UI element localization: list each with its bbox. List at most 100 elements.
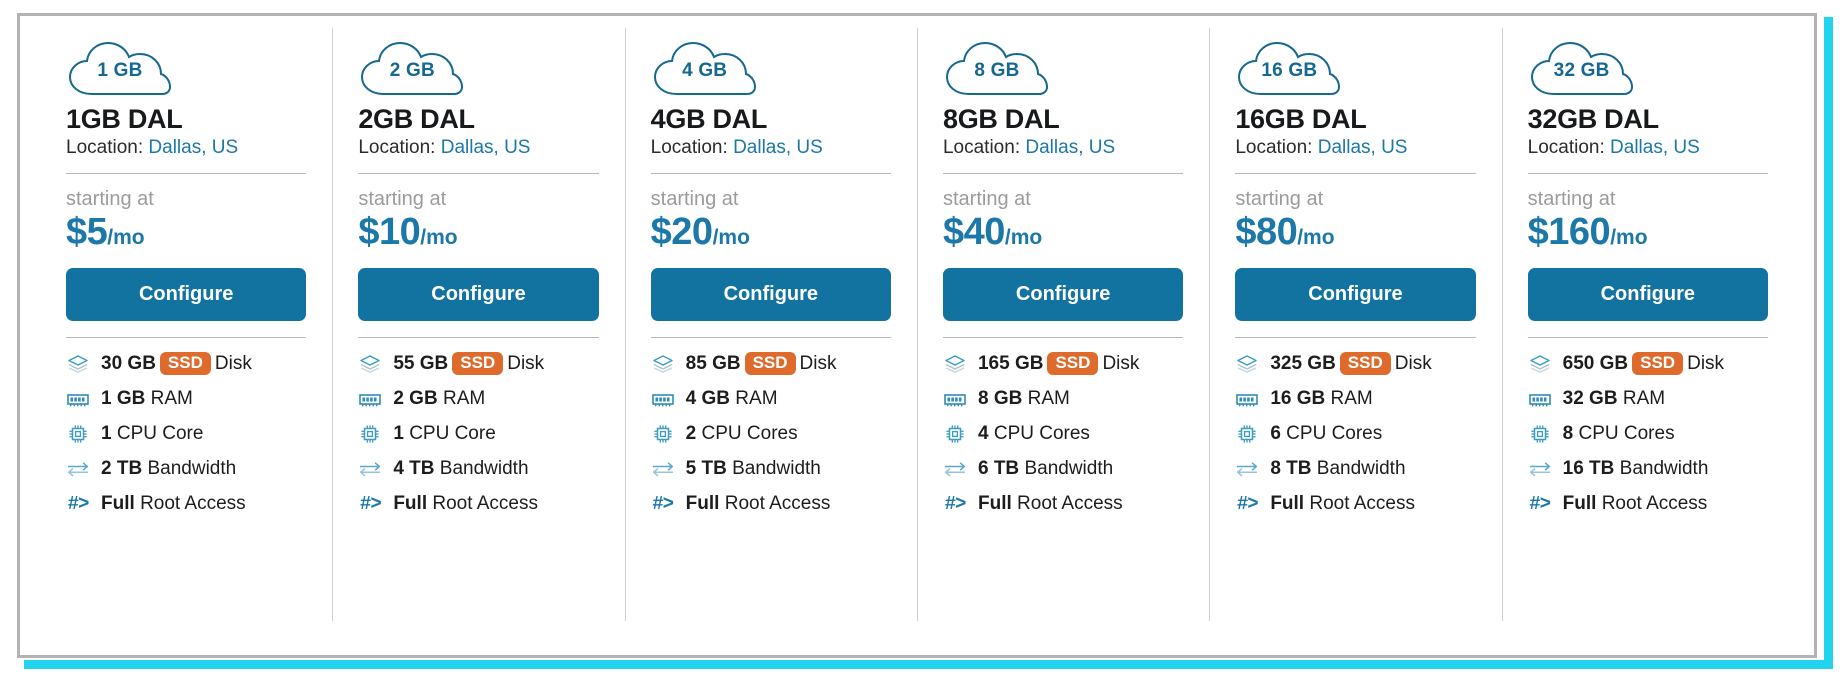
root-prompt-glyph: #> [359, 493, 382, 515]
ram-stick-icon [1528, 389, 1552, 409]
spec-bandwidth: 6 TB Bandwidth [943, 458, 1183, 480]
spec-cpu: 2 CPU Cores [651, 423, 891, 445]
plan-location: Location: Dallas, US [651, 137, 891, 159]
spec-disk: 55 GB SSD Disk [358, 352, 598, 375]
bandwidth-size: 5 TB [685, 458, 727, 479]
bandwidth-transfer-icon [943, 459, 967, 479]
starting-at-label: starting at [358, 188, 447, 210]
configure-button[interactable]: Configure [942, 268, 1184, 321]
cloud-badge-label: 32 GB [1553, 60, 1610, 81]
terminal-prompt-icon: #> [1528, 493, 1552, 515]
location-value[interactable]: Dallas, US [1318, 137, 1408, 158]
divider-specs [66, 337, 307, 338]
spec-cpu: 1 CPU Core [66, 423, 306, 445]
root-label: Root Access [1017, 493, 1123, 514]
configure-button[interactable]: Configure [1235, 268, 1476, 321]
plan-title: 4GB DAL [650, 104, 768, 134]
bandwidth-label: Bandwidth [1316, 458, 1406, 479]
location-value[interactable]: Dallas, US [148, 137, 238, 158]
spec-disk-text: 165 GB SSD Disk [978, 352, 1139, 375]
spec-bandwidth: 16 TB Bandwidth [1528, 458, 1768, 480]
plan-location: Location: Dallas, US [1235, 137, 1475, 159]
location-value[interactable]: Dallas, US [1025, 137, 1115, 158]
root-label: Root Access [724, 493, 831, 514]
ssd-badge: SSD [744, 352, 796, 375]
spec-cpu-text: 2 CPU Cores [686, 423, 798, 445]
configure-button[interactable]: Configure [66, 268, 307, 321]
divider-top [1527, 173, 1768, 174]
location-value[interactable]: Dallas, US [733, 137, 823, 158]
cpu-chip-icon [943, 424, 967, 444]
cloud-badge: 32 GB [1528, 38, 1636, 100]
bandwidth-size: 8 TB [1270, 458, 1312, 479]
divider-specs [650, 337, 891, 338]
location-value[interactable]: Dallas, US [441, 137, 531, 158]
disk-layers-icon [943, 354, 967, 374]
location-prefix: Location: [358, 137, 436, 158]
plan-title: 2GB DAL [358, 104, 475, 134]
root-prompt-glyph: #> [67, 493, 90, 515]
price-period: /mo [712, 226, 750, 249]
bandwidth-label: Bandwidth [439, 458, 529, 479]
price-period: /mo [420, 226, 458, 249]
plan-location: Location: Dallas, US [66, 137, 306, 159]
cpu-count: 2 [685, 423, 697, 444]
root-label: Root Access [140, 493, 246, 514]
spec-root-access: #> Full Root Access [358, 493, 598, 515]
configure-button[interactable]: Configure [1527, 268, 1768, 321]
disk-layers-icon [651, 354, 675, 374]
spec-ram: 16 GB RAM [1235, 388, 1475, 410]
spec-cpu-text: 8 CPU Cores [1563, 423, 1675, 445]
price-line: $160/mo [1528, 211, 1768, 254]
price-line: $40/mo [943, 211, 1183, 254]
pricing-plans-screen: 1 GB 1GB DAL Location: Dallas, US starti… [0, 0, 1845, 681]
ram-size: 4 GB [685, 388, 731, 409]
spec-bandwidth: 5 TB Bandwidth [651, 458, 891, 480]
spec-cpu: 4 CPU Cores [943, 423, 1183, 445]
spec-disk-text: 30 GB SSD Disk [101, 352, 252, 375]
spec-root-text: Full Root Access [978, 493, 1123, 515]
price-period: /mo [107, 226, 145, 249]
starting-at-label: starting at [650, 188, 739, 210]
cloud-badge-label: 8 GB [974, 60, 1020, 81]
ram-label: RAM [442, 388, 486, 409]
location-prefix: Location: [66, 137, 144, 158]
location-value[interactable]: Dallas, US [1610, 137, 1700, 158]
terminal-prompt-icon: #> [651, 493, 675, 515]
divider-top [1235, 173, 1476, 174]
configure-button[interactable]: Configure [650, 268, 891, 321]
divider-top [650, 173, 891, 174]
location-prefix: Location: [1235, 137, 1313, 158]
pricing-card-32gb-dal: 32 GB 32GB DAL Location: Dallas, US star… [1501, 16, 1794, 655]
price-amount: $10 [358, 211, 421, 253]
plan-title: 32GB DAL [1527, 104, 1659, 134]
disk-size: 30 GB [101, 353, 156, 374]
root-value: Full [393, 493, 428, 514]
configure-button[interactable]: Configure [358, 268, 599, 321]
spec-cpu-text: 6 CPU Cores [1270, 423, 1382, 445]
cpu-chip-icon [1528, 424, 1552, 444]
spec-cpu: 6 CPU Cores [1235, 423, 1475, 445]
price-amount: $40 [942, 211, 1005, 253]
spec-disk-text: 650 GB SSD Disk [1563, 352, 1724, 375]
bandwidth-transfer-icon [358, 459, 382, 479]
disk-size: 165 GB [977, 353, 1044, 374]
cpu-chip-icon [651, 424, 675, 444]
spec-root-access: #> Full Root Access [651, 493, 891, 515]
starting-at-label: starting at [942, 188, 1031, 210]
bandwidth-transfer-icon [1528, 459, 1552, 479]
disk-layers-icon [66, 354, 90, 374]
pricing-card-16gb-dal: 16 GB 16GB DAL Location: Dallas, US star… [1209, 16, 1501, 655]
cpu-count: 1 [393, 423, 404, 444]
ram-label: RAM [1027, 388, 1070, 409]
spec-ram-text: 16 GB RAM [1270, 388, 1372, 410]
spec-root-access: #> Full Root Access [66, 493, 306, 515]
spec-disk-text: 325 GB SSD Disk [1270, 352, 1432, 375]
spec-bandwidth-text: 8 TB Bandwidth [1270, 458, 1405, 480]
bandwidth-label: Bandwidth [1024, 458, 1114, 479]
ssd-badge: SSD [159, 352, 211, 375]
pricing-card-list: 1 GB 1GB DAL Location: Dallas, US starti… [40, 16, 1794, 655]
cloud-badge-label: 16 GB [1261, 60, 1318, 81]
spec-ram: 2 GB RAM [358, 388, 598, 410]
ssd-badge: SSD [1047, 352, 1099, 375]
